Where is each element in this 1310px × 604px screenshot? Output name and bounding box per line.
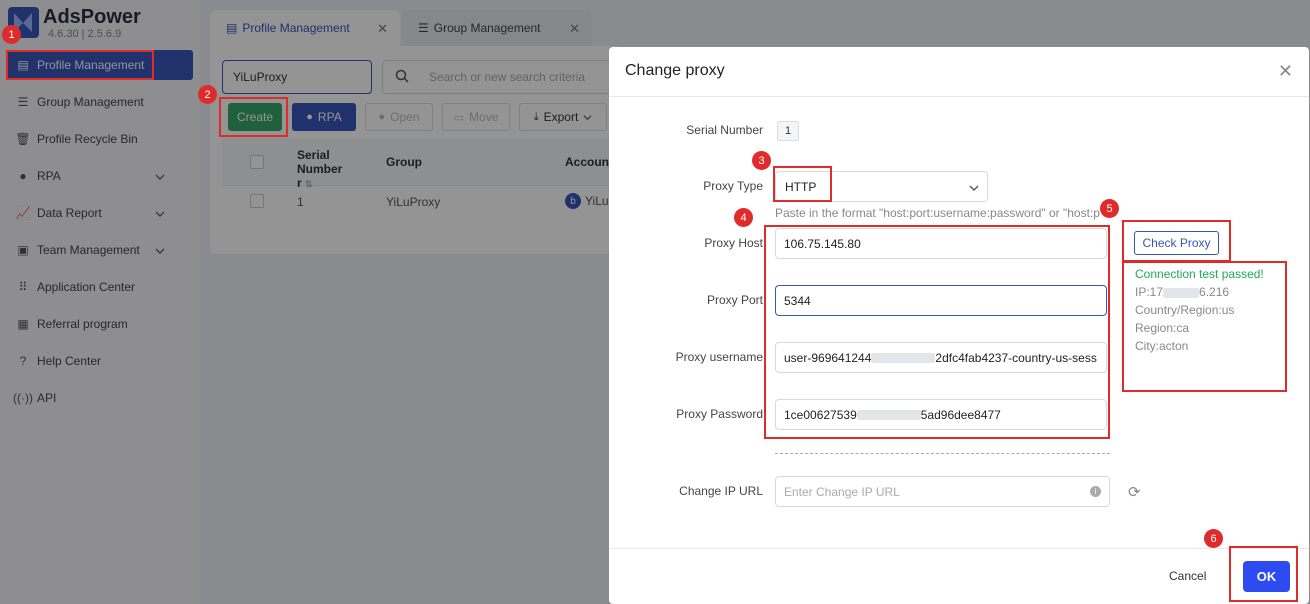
refresh-icon[interactable]: ⟳ [1128,483,1141,501]
highlight-box-5b [1122,261,1287,392]
step-badge-4: 4 [734,208,753,227]
proxy-username-label: Proxy username [675,350,763,364]
chevron-down-icon [969,181,979,195]
highlight-box-6 [1229,546,1298,602]
step-badge-5: 5 [1100,199,1119,218]
proxy-type-label: Proxy Type [703,179,763,193]
cancel-button[interactable]: Cancel [1169,569,1206,583]
change-ip-url-placeholder: Enter Change IP URL [784,484,900,499]
close-icon[interactable]: ✕ [1278,61,1293,82]
change-ip-url-input[interactable]: Enter Change IP URL i [775,476,1110,507]
info-icon[interactable]: i [1090,486,1101,497]
step-badge-3: 3 [752,151,771,170]
highlight-box-1 [6,50,154,80]
highlight-box-2 [219,97,288,137]
step-badge-1: 1 [2,25,21,44]
change-ip-url-label: Change IP URL [679,484,763,498]
highlight-box-3 [773,166,832,202]
highlight-box-5a [1122,220,1231,262]
proxy-password-label: Proxy Password [676,407,763,421]
step-badge-6: 6 [1204,529,1223,548]
dialog-header: Change proxy ✕ [609,47,1309,97]
highlight-box-4 [764,225,1110,439]
serial-number-label: Serial Number [686,123,763,137]
proxy-format-hint: Paste in the format "host:port:username:… [775,206,1100,220]
dialog-title: Change proxy [625,62,725,79]
proxy-host-label: Proxy Host [704,236,763,250]
divider [775,453,1110,454]
step-badge-2: 2 [198,85,217,104]
proxy-port-label: Proxy Port [706,293,763,307]
serial-number-value: 1 [777,121,799,141]
